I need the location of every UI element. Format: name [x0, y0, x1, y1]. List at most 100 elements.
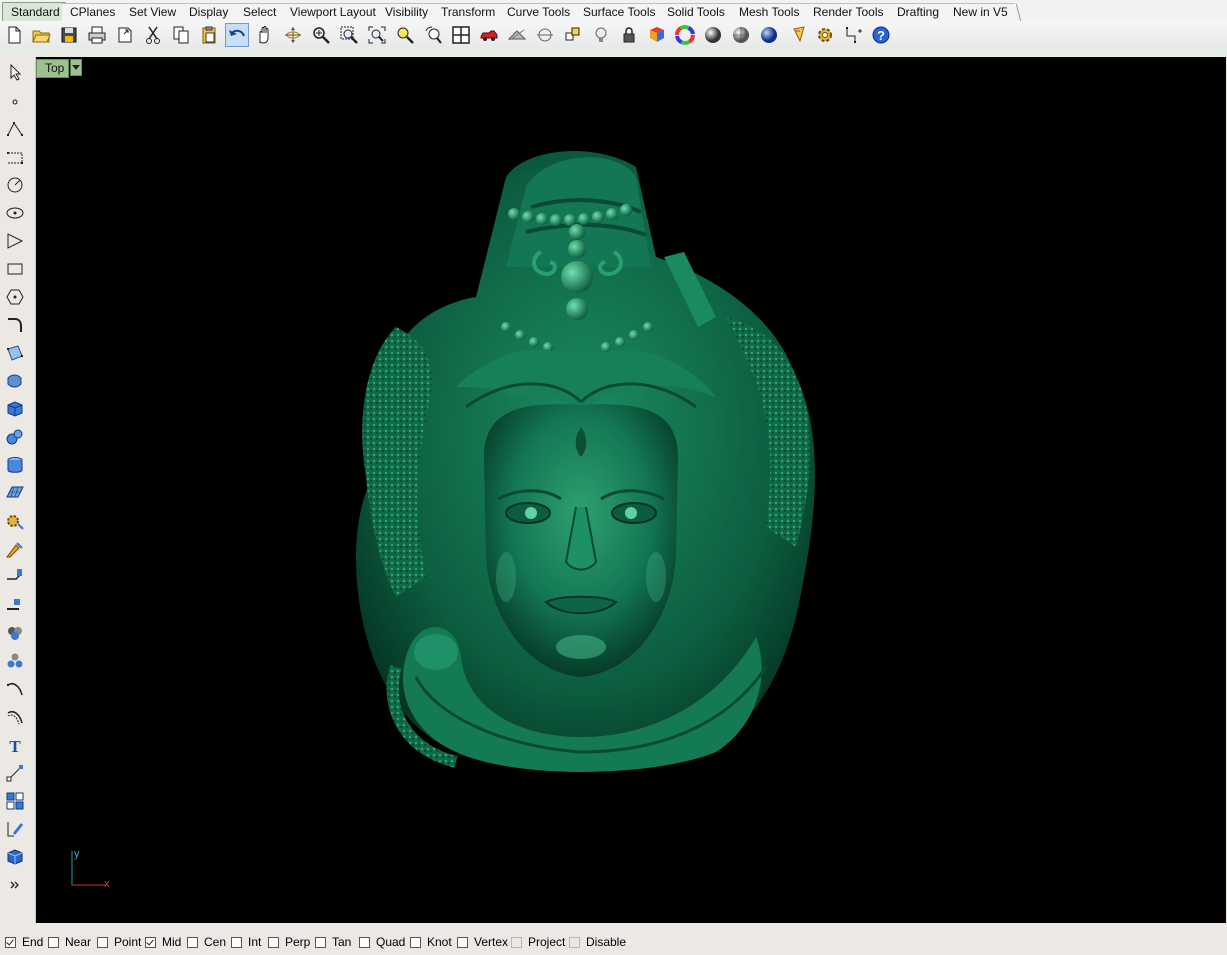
cylinder-icon[interactable]: [3, 453, 27, 477]
osnap-disable-checkbox[interactable]: [569, 936, 580, 948]
tab-drafting[interactable]: Drafting: [889, 3, 949, 21]
osnap-tan-checkbox[interactable]: [315, 936, 326, 948]
osnap-perp[interactable]: Perp: [268, 935, 310, 949]
curve-icon[interactable]: [3, 145, 27, 169]
tab-cplanes[interactable]: CPlanes: [62, 3, 122, 21]
light-bulb-icon[interactable]: [589, 23, 613, 47]
select-arrow-icon[interactable]: [3, 60, 27, 84]
tab-mesh-tools[interactable]: Mesh Tools: [731, 3, 809, 21]
osnap-point-checkbox[interactable]: [97, 936, 108, 948]
undo-view-icon[interactable]: [421, 23, 445, 47]
tab-surface-tools[interactable]: Surface Tools: [575, 3, 663, 21]
osnap-perp-checkbox[interactable]: [268, 936, 279, 948]
import-icon[interactable]: [113, 23, 137, 47]
explode-icon[interactable]: [3, 649, 27, 673]
material-icon[interactable]: [645, 23, 669, 47]
osnap-int[interactable]: Int: [231, 935, 261, 949]
arc-icon[interactable]: [3, 229, 27, 253]
dimension-icon[interactable]: [842, 23, 866, 47]
rendered-model[interactable]: [36, 57, 1226, 923]
zoom-icon[interactable]: [309, 23, 333, 47]
print-icon[interactable]: [85, 23, 109, 47]
trim-icon[interactable]: [3, 593, 27, 617]
point-icon[interactable]: [3, 88, 27, 112]
open-folder-icon[interactable]: [29, 23, 53, 47]
tab-transform[interactable]: Transform: [433, 3, 503, 21]
join-icon[interactable]: [3, 621, 27, 645]
analyze-icon[interactable]: [3, 817, 27, 841]
osnap-project-checkbox[interactable]: [511, 936, 522, 948]
help-icon[interactable]: ?: [869, 23, 893, 47]
rectangle-icon[interactable]: [3, 257, 27, 281]
sphere-icon[interactable]: [3, 425, 27, 449]
osnap-project[interactable]: Project: [511, 935, 565, 949]
hide-objects-icon[interactable]: [505, 23, 529, 47]
extrude-icon[interactable]: [3, 369, 27, 393]
surface-icon[interactable]: [3, 341, 27, 365]
osnap-int-checkbox[interactable]: [231, 936, 242, 948]
osnap-end-checkbox[interactable]: [5, 936, 16, 948]
viewport-layout-icon[interactable]: [449, 23, 473, 47]
zoom-selected-icon[interactable]: [393, 23, 417, 47]
osnap-vertex[interactable]: Vertex: [457, 935, 508, 949]
offset-icon[interactable]: [3, 705, 27, 729]
split-icon[interactable]: [3, 565, 27, 589]
osnap-knot-checkbox[interactable]: [410, 936, 421, 948]
save-icon[interactable]: [57, 23, 81, 47]
array-icon[interactable]: [3, 789, 27, 813]
polyline-icon[interactable]: [3, 117, 27, 141]
rendered-sphere-icon[interactable]: [729, 23, 753, 47]
tab-curve-tools[interactable]: Curve Tools: [499, 3, 579, 21]
transform-icon[interactable]: [3, 761, 27, 785]
osnap-end[interactable]: End: [5, 935, 43, 949]
osnap-point[interactable]: Point: [97, 935, 141, 949]
osnap-mid[interactable]: Mid: [145, 935, 181, 949]
copy-icon[interactable]: [169, 23, 193, 47]
box-icon[interactable]: [3, 397, 27, 421]
osnap-cen-checkbox[interactable]: [187, 936, 198, 948]
plane-surface-icon[interactable]: [3, 481, 27, 505]
curve-from-object-icon[interactable]: [3, 677, 27, 701]
osnap-tan[interactable]: Tan: [315, 935, 351, 949]
ellipse-icon[interactable]: [3, 201, 27, 225]
zoom-window-icon[interactable]: [337, 23, 361, 47]
tab-standard[interactable]: Standard: [2, 2, 66, 22]
boolean-icon[interactable]: [3, 538, 27, 562]
expand-icon[interactable]: [3, 873, 27, 897]
lock-icon[interactable]: [617, 23, 641, 47]
osnap-mid-checkbox[interactable]: [145, 936, 156, 948]
rotate-view-icon[interactable]: [281, 23, 305, 47]
cut-icon[interactable]: [141, 23, 165, 47]
osnap-cen[interactable]: Cen: [187, 935, 226, 949]
tab-viewport-layout[interactable]: Viewport Layout: [282, 3, 382, 21]
undo-icon[interactable]: [225, 23, 249, 47]
zoom-extents-icon[interactable]: [365, 23, 389, 47]
color-wheel-icon[interactable]: [673, 23, 697, 47]
osnap-knot[interactable]: Knot: [410, 935, 452, 949]
tab-select[interactable]: Select: [235, 3, 284, 21]
tab-render-tools[interactable]: Render Tools: [805, 3, 893, 21]
car-icon[interactable]: [477, 23, 501, 47]
blue-sphere-icon[interactable]: [757, 23, 781, 47]
paste-icon[interactable]: [197, 23, 221, 47]
tab-new-in-v5[interactable]: New in V5: [945, 3, 1015, 21]
solid-box-icon[interactable]: [3, 845, 27, 869]
osnap-quad-checkbox[interactable]: [359, 936, 370, 948]
text-icon[interactable]: T: [3, 733, 27, 757]
osnap-near-checkbox[interactable]: [48, 936, 59, 948]
render-icon[interactable]: [788, 23, 812, 47]
tab-visibility[interactable]: Visibility: [377, 3, 439, 21]
tab-display[interactable]: Display: [181, 3, 238, 21]
tab-solid-tools[interactable]: Solid Tools: [659, 3, 734, 21]
osnap-vertex-checkbox[interactable]: [457, 936, 468, 948]
layers-icon[interactable]: [561, 23, 585, 47]
osnap-disable[interactable]: Disable: [569, 935, 626, 949]
tab-set-view[interactable]: Set View: [121, 3, 182, 21]
osnap-near[interactable]: Near: [48, 935, 91, 949]
osnap-quad[interactable]: Quad: [359, 935, 405, 949]
fillet-icon[interactable]: [3, 313, 27, 337]
shaded-sphere-icon[interactable]: [701, 23, 725, 47]
gear-icon[interactable]: [3, 509, 27, 533]
settings-gear-icon[interactable]: [813, 23, 837, 47]
circle-icon[interactable]: [3, 173, 27, 197]
